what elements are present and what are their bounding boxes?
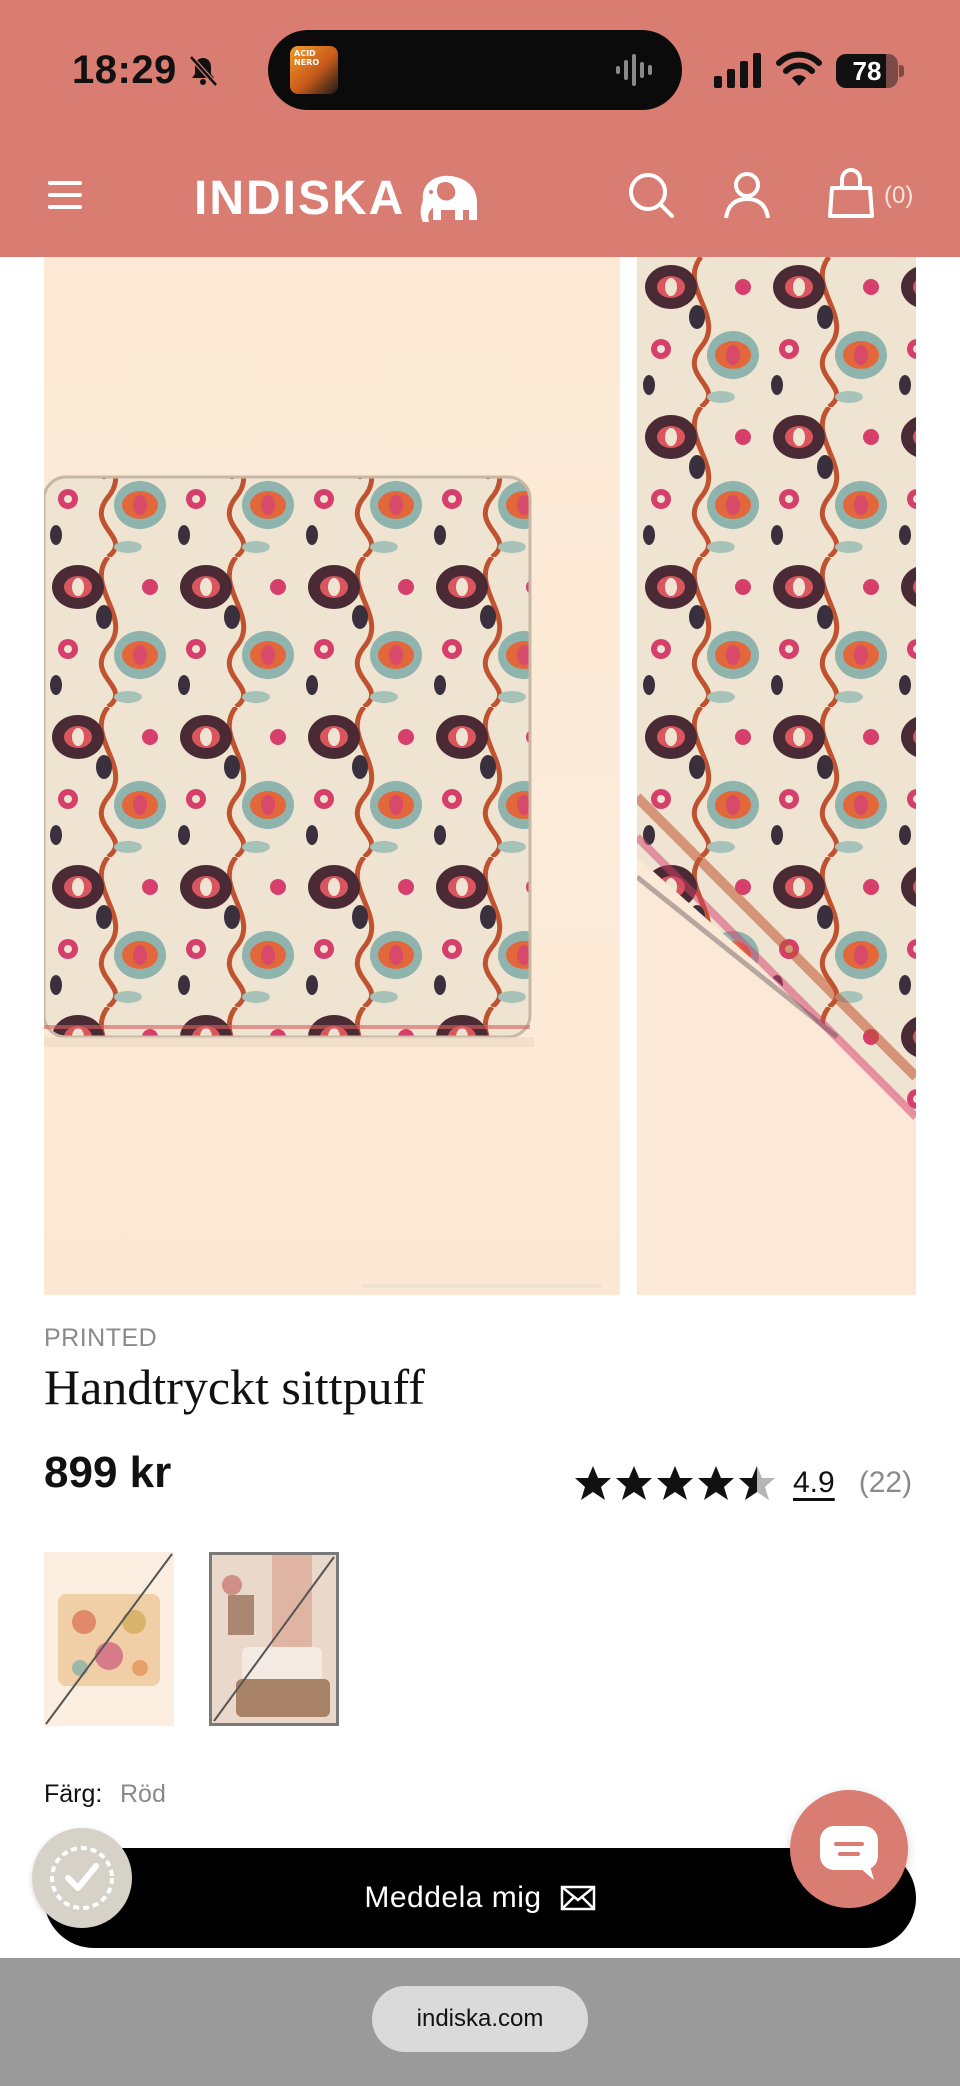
product-image-detail[interactable] [637,257,916,1295]
signal-icon [714,53,761,88]
star-icon [575,1466,611,1500]
product-title: Handtryckt sittpuff [44,1359,425,1415]
color-swatch-red[interactable] [209,1552,339,1726]
product-gallery[interactable] [0,257,960,1297]
rating-stars [574,1464,779,1502]
pouf-detail-illustration [637,257,916,1120]
rating-count: (22) [858,1466,913,1499]
color-swatch-pattern[interactable] [44,1552,174,1726]
bell-off-icon [189,55,218,87]
accessibility-icon [50,1846,114,1910]
chat-button[interactable] [790,1790,908,1908]
star-icon [698,1466,734,1500]
now-playing-artwork: ACID NERO [290,46,338,94]
mail-icon [560,1885,595,1911]
swatch-1-image [45,1553,173,1725]
product-rating[interactable]: 4.9 (22) [574,1462,912,1504]
shopping-bag-icon[interactable] [826,168,876,220]
user-icon[interactable] [722,170,772,220]
browser-bottom-bar: indiska.com [0,1958,960,2086]
dynamic-island[interactable]: ACID NERO [268,30,682,110]
product-price: 899 kr [44,1448,172,1497]
artwork-text: ACID NERO [294,49,320,67]
menu-icon[interactable] [46,178,84,212]
accessibility-button[interactable] [32,1828,132,1928]
color-label: Färg: [44,1780,103,1808]
swatch-2-image [212,1555,336,1723]
logo-text: INDISKA [194,171,406,225]
gallery-scroll-indicator [362,1284,602,1288]
product-image-main[interactable] [44,257,620,1295]
product-brand[interactable]: PRINTED [44,1324,157,1353]
url-text: indiska.com [416,2005,544,2032]
star-half-icon [739,1466,775,1500]
pouf-illustration [44,475,534,1047]
rating-value[interactable]: 4.9 [793,1466,835,1500]
status-time: 18:29 [72,48,177,92]
cart-count[interactable]: (0) [884,182,913,210]
header: 18:29 ACID NERO 78 INDISKA (0) [0,0,960,257]
star-icon [657,1466,693,1500]
battery-icon: 78 [836,54,904,88]
star-icon [616,1466,652,1500]
search-icon[interactable] [626,170,676,220]
audio-wave-icon [616,54,652,86]
elephant-logo-icon [421,175,478,222]
url-bar[interactable]: indiska.com [372,1986,588,2052]
color-value: Röd [120,1780,166,1808]
chat-icon [820,1826,878,1880]
battery-percent: 78 [852,56,882,86]
notify-me-label: Meddela mig [364,1881,542,1914]
logo[interactable]: INDISKA [194,170,483,226]
notify-me-button[interactable]: Meddela mig [44,1848,916,1948]
wifi-icon [776,51,822,86]
